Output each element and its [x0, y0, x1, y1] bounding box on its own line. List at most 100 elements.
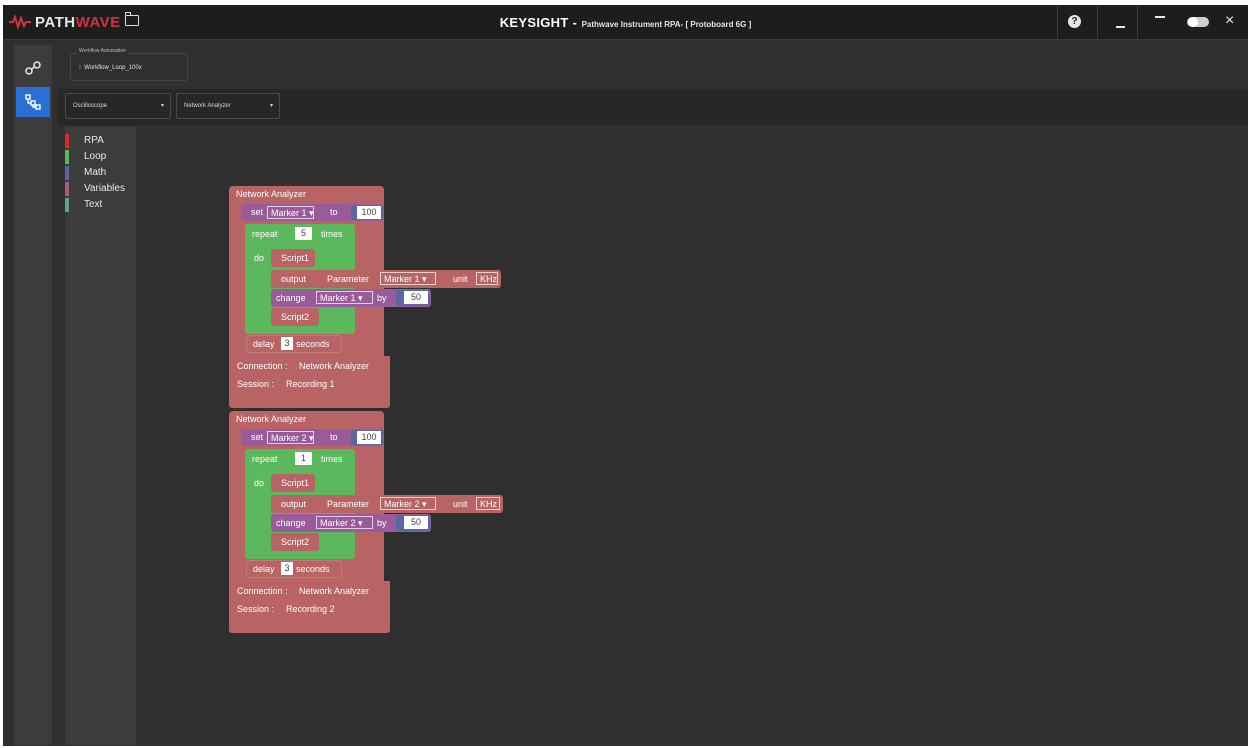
output-keyword: output: [281, 499, 307, 509]
block-category-panel: RPA Loop Math Variables Text: [65, 127, 136, 745]
delay-field[interactable]: 3: [281, 337, 293, 350]
app-window: PATH WAVE KEYSIGHT - Pathwave Instrument …: [3, 5, 1248, 746]
session-value: Recording 2: [286, 604, 335, 614]
unit-keyword: unit: [453, 274, 468, 284]
unit-field[interactable]: KHz: [476, 497, 500, 510]
repeat-count-field[interactable]: 1: [295, 452, 312, 465]
variable-dropdown[interactable]: Marker 2 ▾: [267, 431, 314, 444]
close-icon[interactable]: ×: [1225, 13, 1234, 29]
connection-label: Connection :: [237, 586, 288, 596]
category-rpa[interactable]: RPA: [65, 133, 135, 149]
chevron-down-icon: ▾: [160, 103, 164, 109]
oscilloscope-dropdown[interactable]: Oscilloscope ▾: [65, 93, 171, 119]
window-subtitle: Pathwave Instrument RPA- [ Protoboard 6G…: [581, 20, 752, 29]
workflow-name-text: Workflow_Loop_100x: [84, 65, 142, 71]
script1-label: Script1: [281, 253, 310, 263]
session-label: Session :: [237, 379, 275, 389]
logo-path-text: PATH: [35, 13, 76, 31]
delay-field[interactable]: 3: [281, 562, 293, 575]
category-math[interactable]: Math: [65, 165, 135, 181]
workflow-name-field[interactable]: Workflow Automation ⁝ Workflow_Loop_100x: [70, 48, 188, 81]
number-field[interactable]: 100: [357, 431, 381, 444]
titlebar-divider: [1137, 5, 1138, 39]
session-value: Recording 1: [286, 379, 335, 389]
repeat-keyword: repeat: [252, 229, 278, 239]
category-variables[interactable]: Variables: [65, 181, 135, 197]
change-keyword: change: [276, 518, 306, 528]
category-color-bar: [65, 150, 69, 164]
repeat-count-field[interactable]: 5: [295, 227, 312, 240]
category-color-bar: [65, 134, 69, 148]
category-color-bar: [65, 198, 69, 212]
script2-label: Script2: [281, 537, 310, 547]
delay-keyword: delay: [253, 339, 275, 349]
titlebar-divider: [1097, 5, 1098, 39]
number-field[interactable]: 50: [404, 291, 428, 304]
number-field[interactable]: 100: [357, 206, 381, 219]
variable-dropdown[interactable]: Marker 1 ▾: [316, 291, 373, 304]
block-header: Network Analyzer: [236, 414, 307, 424]
delay-keyword: delay: [253, 564, 275, 574]
parameter-dropdown[interactable]: Marker 1 ▾: [380, 272, 436, 285]
repeat-keyword: repeat: [252, 454, 278, 464]
set-keyword: set: [251, 207, 264, 217]
dropdown-label: Network Analyzer: [184, 103, 231, 109]
variable-dropdown[interactable]: Marker 2 ▾: [316, 516, 373, 529]
category-text[interactable]: Text: [65, 197, 135, 213]
do-keyword: do: [254, 253, 265, 263]
rail-workflow-button[interactable]: [16, 87, 50, 117]
network-analyzer-dropdown[interactable]: Network Analyzer ▾: [176, 93, 280, 119]
theme-toggle-icon[interactable]: [1187, 17, 1209, 27]
maximize-icon[interactable]: [1155, 16, 1165, 18]
chevron-down-icon: ▾: [269, 103, 273, 109]
category-loop[interactable]: Loop: [65, 149, 135, 165]
block-header: Network Analyzer: [236, 189, 307, 199]
by-keyword: by: [377, 293, 387, 303]
variable-dropdown[interactable]: Marker 1 ▾: [267, 206, 314, 219]
number-field[interactable]: 50: [404, 516, 428, 529]
output-keyword: output: [281, 274, 307, 284]
to-keyword: to: [330, 207, 338, 217]
seconds-keyword: seconds: [296, 564, 330, 574]
help-icon[interactable]: ?: [1068, 15, 1081, 28]
folder-icon[interactable]: [125, 12, 139, 26]
link-icon: [25, 61, 41, 75]
connection-label: Connection :: [237, 361, 288, 371]
category-label: Variables: [84, 183, 125, 194]
workflow-field-label: Workflow Automation: [77, 48, 128, 54]
session-label: Session :: [237, 604, 275, 614]
set-keyword: set: [251, 432, 264, 442]
times-keyword: times: [321, 454, 343, 464]
connection-value: Network Analyzer: [299, 361, 370, 371]
rail-connection-button[interactable]: [16, 53, 50, 83]
by-keyword: by: [377, 518, 387, 528]
unit-field[interactable]: KHz: [476, 272, 498, 285]
times-keyword: times: [321, 229, 343, 239]
window-title: KEYSIGHT - Pathwave Instrument RPA- [ Pr…: [3, 14, 1248, 32]
seconds-keyword: seconds: [296, 339, 330, 349]
pathwave-wave-icon: [9, 15, 31, 29]
parameter-dropdown[interactable]: Marker 2 ▾: [380, 497, 436, 510]
minimize-icon[interactable]: [1116, 26, 1125, 28]
category-label: Text: [84, 199, 103, 210]
titlebar-divider: [1057, 5, 1058, 39]
parameter-keyword: Parameter: [327, 499, 370, 509]
logo-wave-text: WAVE: [75, 13, 121, 31]
script1-label: Script1: [281, 478, 310, 488]
change-keyword: change: [276, 293, 306, 303]
do-keyword: do: [254, 478, 265, 488]
workflow-field-value: ⁝ Workflow_Loop_100x: [79, 65, 142, 71]
pathwave-logo: PATH WAVE: [9, 13, 121, 31]
keysight-brand: KEYSIGHT -: [499, 15, 578, 30]
title-bar: PATH WAVE KEYSIGHT - Pathwave Instrument …: [3, 5, 1248, 40]
category-label: Loop: [84, 151, 107, 162]
unit-keyword: unit: [453, 499, 468, 509]
to-keyword: to: [330, 432, 338, 442]
parameter-keyword: Parameter: [327, 274, 370, 284]
workflow-tree-icon: [25, 94, 41, 110]
category-color-bar: [65, 166, 69, 180]
category-label: RPA: [84, 135, 104, 146]
block-workspace[interactable]: Network Analyzer set Marker 1 ▾ to 100 r…: [136, 127, 1248, 745]
category-label: Math: [84, 167, 107, 178]
left-nav-rail: [14, 45, 52, 745]
